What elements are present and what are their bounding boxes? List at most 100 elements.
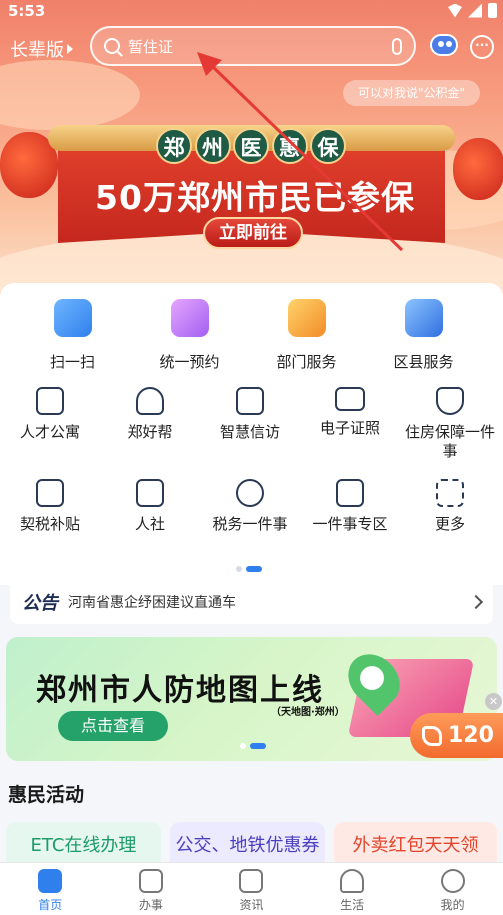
service-talent-apartment[interactable]: 人才公寓 <box>0 387 100 461</box>
page-indicator <box>236 566 262 572</box>
service-label: 统一预约 <box>159 353 220 371</box>
service-housing[interactable]: 住房保障一件事 <box>400 387 500 461</box>
tab-services[interactable]: 办事 <box>101 863 202 915</box>
service-label: 人才公寓 <box>19 423 80 441</box>
user-icon <box>440 869 465 893</box>
promo-view-button[interactable]: 点击查看 <box>58 711 168 741</box>
wifi-icon <box>448 3 462 18</box>
elder-mode-label: 长辈版 <box>10 40 64 61</box>
section-title: 惠民活动 <box>8 784 85 806</box>
building-docs-icon <box>404 299 443 337</box>
house-shield-icon <box>436 387 464 415</box>
page-dot <box>236 566 242 572</box>
tab-home[interactable]: 首页 <box>0 863 101 915</box>
letter-chart-icon <box>236 387 264 415</box>
service-label: 住房保障一件事 <box>404 423 495 460</box>
service-scan[interactable]: 扫一扫 <box>14 299 131 372</box>
search-bar[interactable]: 暂住证 <box>90 26 416 66</box>
cloud-decoration <box>0 60 140 130</box>
tab-label: 首页 <box>38 898 63 912</box>
status-bar: 5:53 <box>0 0 503 24</box>
service-label: 一件事专区 <box>312 515 388 533</box>
page-dot <box>240 743 246 749</box>
scan-icon <box>53 299 92 337</box>
tab-label: 生活 <box>340 898 365 912</box>
folder-star-icon <box>287 299 326 337</box>
more-options-button[interactable]: ··· <box>470 35 494 59</box>
search-icon <box>104 38 120 54</box>
service-label: 更多 <box>434 515 465 533</box>
service-e-license[interactable]: 电子证照 <box>300 387 400 461</box>
banner-title-char: 郑 <box>156 128 192 164</box>
close-icon[interactable]: ✕ <box>485 693 502 710</box>
elder-mode-toggle[interactable]: 长辈版 <box>10 36 73 62</box>
service-label: 税务一件事 <box>212 515 288 533</box>
id-card-icon <box>335 387 365 411</box>
banner-title: 郑 州 医 惠 保 <box>156 128 346 164</box>
news-icon <box>239 869 264 893</box>
service-zhenghaobang[interactable]: 郑好帮 <box>100 387 200 461</box>
hotline-number: 120 <box>448 723 494 748</box>
banner-title-char: 保 <box>310 128 346 164</box>
microphone-icon[interactable] <box>392 37 402 55</box>
tab-life[interactable]: 生活 <box>302 863 403 915</box>
notice-tag: 公告 <box>22 592 58 614</box>
caret-right-icon <box>67 44 73 54</box>
service-tax[interactable]: 税务一件事 <box>200 479 300 534</box>
banner-title-char: 惠 <box>271 128 308 164</box>
tab-mine[interactable]: 我的 <box>402 863 503 915</box>
grid-more-icon <box>436 479 464 507</box>
service-more[interactable]: 更多 <box>400 479 500 534</box>
notice-bar[interactable]: 公告 河南省惠企纾困建议直通车 <box>10 579 493 624</box>
banner-headline: 50万郑州市民已参保 <box>95 178 415 217</box>
status-time: 5:53 <box>8 2 46 20</box>
calendar-card-icon <box>170 299 209 337</box>
notice-text: 河南省惠企纾困建议直通车 <box>68 594 236 611</box>
service-deed-tax[interactable]: 契税补贴 <box>0 479 100 534</box>
person-id-icon <box>136 479 164 507</box>
phone-icon <box>422 725 442 746</box>
primary-services: 扫一扫 统一预约 部门服务 区县服务 <box>0 299 503 372</box>
home-icon <box>38 869 63 893</box>
service-label: 人社 <box>134 515 165 533</box>
service-row: 人才公寓 郑好帮 智慧信访 电子证照 住房保障一件事 <box>0 387 503 461</box>
tab-news[interactable]: 资讯 <box>201 863 302 915</box>
assistant-robot-icon[interactable] <box>428 30 460 60</box>
service-label: 智慧信访 <box>219 423 280 441</box>
banner-title-char: 医 <box>233 128 269 164</box>
banner-title-char: 州 <box>194 128 231 164</box>
service-appointment[interactable]: 统一预约 <box>131 299 248 372</box>
heart-icon <box>340 869 365 893</box>
page-dot-active <box>246 566 262 572</box>
page-dot-active <box>250 743 266 749</box>
signal-icon <box>468 3 482 18</box>
service-label: 扫一扫 <box>49 353 95 371</box>
service-district[interactable]: 区县服务 <box>365 299 482 372</box>
document-icon <box>36 479 64 507</box>
chevron-right-icon <box>468 594 484 609</box>
banner-go-button[interactable]: 立即前往 <box>203 217 303 249</box>
heart-hand-icon <box>136 387 164 415</box>
service-label: 郑好帮 <box>127 423 173 441</box>
service-label: 电子证照 <box>319 419 380 437</box>
hotline-button[interactable]: 120 <box>410 713 503 758</box>
tax-hand-icon <box>236 479 264 507</box>
service-label: 契税补贴 <box>19 515 80 533</box>
tab-label: 办事 <box>138 898 163 912</box>
battery-icon <box>488 3 497 18</box>
service-one-thing-zone[interactable]: 一件事专区 <box>300 479 400 534</box>
service-petition[interactable]: 智慧信访 <box>200 387 300 461</box>
tab-label: 资讯 <box>239 898 264 912</box>
service-social-security[interactable]: 人社 <box>100 479 200 534</box>
lantern-icon <box>453 138 503 200</box>
assistant-tip[interactable]: 可以对我说"公积金" <box>343 80 480 106</box>
tab-label: 我的 <box>440 898 465 912</box>
banner-scroll[interactable]: 郑 州 医 惠 保 50万郑州市民已参保 立即前往 <box>48 125 455 250</box>
bottom-tab-bar: 首页 办事 资讯 生活 我的 <box>0 862 503 915</box>
service-department[interactable]: 部门服务 <box>248 299 365 372</box>
service-label: 部门服务 <box>276 353 337 371</box>
search-placeholder: 暂住证 <box>128 37 174 56</box>
promo-page-indicator <box>240 743 266 749</box>
clock-icon <box>138 869 163 893</box>
apartment-icon <box>36 387 64 415</box>
